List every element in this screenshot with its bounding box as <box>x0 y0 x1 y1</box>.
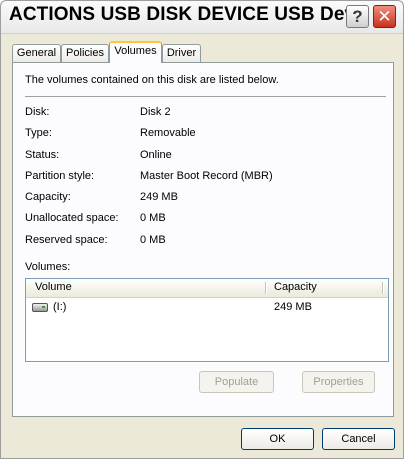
list-item[interactable]: (I:) 249 MB <box>26 300 388 316</box>
close-button[interactable]: ✕ <box>373 5 396 28</box>
reserved-space-label: Reserved space: <box>25 234 108 246</box>
column-header-volume[interactable]: Volume <box>35 281 72 293</box>
populate-button[interactable]: Populate <box>199 371 274 393</box>
separator-line <box>25 96 386 97</box>
properties-dialog: ACTIONS USB DISK DEVICE USB Dev... ? ✕ G… <box>0 0 404 459</box>
window-title: ACTIONS USB DISK DEVICE USB Dev... <box>9 4 370 25</box>
type-value: Removable <box>140 127 196 139</box>
partition-style-label: Partition style: <box>25 170 95 182</box>
list-header: Volume Capacity <box>26 279 388 298</box>
close-icon: ✕ <box>377 7 392 26</box>
volume-name: (I:) <box>53 301 67 313</box>
volumes-tab-panel: The volumes contained on this disk are l… <box>12 62 394 417</box>
tab-general[interactable]: General <box>12 44 61 62</box>
help-icon: ? <box>352 7 363 26</box>
ok-button[interactable]: OK <box>241 428 314 450</box>
unallocated-space-value: 0 MB <box>140 212 166 224</box>
column-divider[interactable] <box>382 282 384 294</box>
column-divider[interactable] <box>265 282 267 294</box>
status-label: Status: <box>25 149 60 161</box>
partition-style-value: Master Boot Record (MBR) <box>140 170 273 182</box>
volumes-list-label: Volumes: <box>25 261 71 273</box>
properties-button[interactable]: Properties <box>302 371 375 393</box>
status-value: Online <box>140 149 172 161</box>
unallocated-space-label: Unallocated space: <box>25 212 119 224</box>
volume-capacity: 249 MB <box>274 301 312 313</box>
title-bar[interactable]: ACTIONS USB DISK DEVICE USB Dev... ? ✕ <box>1 1 403 34</box>
disk-value: Disk 2 <box>140 106 171 118</box>
tab-volumes[interactable]: Volumes <box>109 41 162 63</box>
removable-drive-icon <box>32 303 48 312</box>
type-label: Type: <box>25 127 52 139</box>
tab-driver[interactable]: Driver <box>162 44 201 62</box>
disk-label: Disk: <box>25 106 50 118</box>
cancel-button[interactable]: Cancel <box>322 428 395 450</box>
column-header-capacity[interactable]: Capacity <box>274 281 317 293</box>
reserved-space-value: 0 MB <box>140 234 166 246</box>
panel-description: The volumes contained on this disk are l… <box>25 74 279 86</box>
capacity-value: 249 MB <box>140 191 178 203</box>
volumes-list[interactable]: Volume Capacity (I:) 249 MB <box>25 278 389 362</box>
capacity-label: Capacity: <box>25 191 71 203</box>
help-button[interactable]: ? <box>346 5 369 28</box>
tab-policies[interactable]: Policies <box>61 44 109 62</box>
